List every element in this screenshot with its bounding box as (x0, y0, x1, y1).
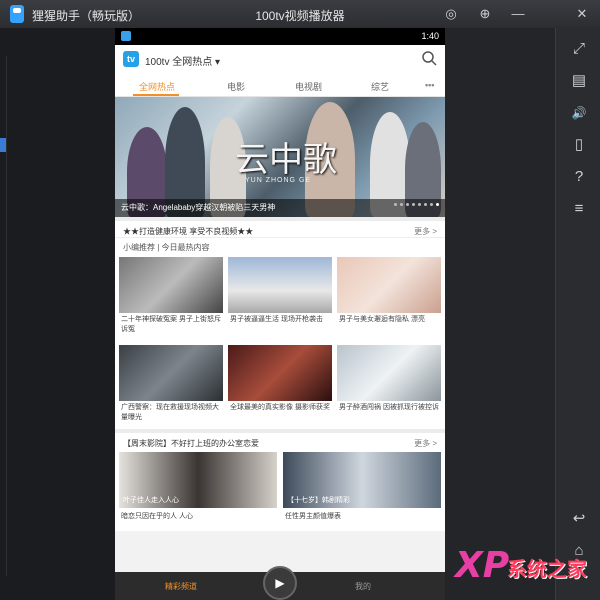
left-pane (0, 28, 115, 600)
featured-title: 任性男主颜值爆表 (285, 513, 341, 520)
section-subheader: 小编推荐 | 今日最热内容 (115, 237, 445, 253)
carousel-dot[interactable] (412, 203, 415, 206)
emulator-window: 狸猩助手（畅玩版） 100tv视频播放器 ◎ ⊕ — ✕ 1:40 tv 100… (0, 0, 600, 600)
notification-icon (121, 31, 131, 41)
watermark-xp-logo: XP (455, 545, 510, 586)
side-indicator (0, 138, 6, 152)
status-time: 1:40 (421, 31, 439, 41)
nav-mine[interactable]: 我的 (355, 581, 371, 592)
tab-variety[interactable]: 综艺 (371, 80, 389, 93)
back-icon[interactable]: ↩ (568, 508, 590, 530)
more-link[interactable]: 更多 > (414, 226, 437, 237)
fullscreen-icon[interactable]: ⤢ (568, 38, 590, 60)
tab-tv[interactable]: 电视剧 (295, 80, 322, 93)
video-title: 二十年神探破冤案 男子上街怒斥诉冤 (121, 316, 221, 333)
section-header: 【周末影院】不好打上班的办公室恋爱 更多 > (115, 429, 445, 449)
rotate-icon[interactable]: ▯ (568, 134, 590, 156)
app-logo-icon (10, 5, 24, 23)
watermark-site-name: 系统之家 (507, 559, 587, 581)
video-card[interactable]: 广西警察：现在救援现场视频大量曝光 (119, 345, 223, 431)
volume-icon[interactable]: 🔊 (568, 102, 590, 124)
carousel-dot[interactable] (436, 203, 439, 206)
tab-hot[interactable]: 全网热点 (139, 80, 175, 93)
minimize-button[interactable]: — (508, 4, 528, 24)
thumbnail-overlay-text: 叶子佳人走入人心 (123, 497, 179, 504)
section-header: ★★打造健康环境 享受不良视频★★ 更多 > (115, 217, 445, 237)
carousel-dot[interactable] (406, 203, 409, 206)
video-grid: 二十年神探破冤案 男子上街怒斥诉冤 男子被逼逼生活 现场开枪袭击 男子与美女邂逅… (115, 253, 445, 429)
video-title: 男子与美女邂逅有隐私 漂亮 (339, 316, 425, 323)
search-icon[interactable] (421, 50, 437, 66)
section-title: 【周末影院】不好打上班的办公室恋爱 (123, 439, 259, 448)
bottom-nav: 精彩频道 ▶ 我的 (115, 566, 445, 600)
banner-logo-text: 云中歌 (235, 140, 337, 180)
featured-grid: 叶子佳人走入人心 暗恋只因在乎的人 人心 【十七岁】韩剧精彩 任性男主颜值爆表 (115, 449, 445, 531)
close-button[interactable]: ✕ (572, 4, 592, 24)
video-thumbnail (228, 257, 332, 313)
nav-channels[interactable]: 精彩频道 (165, 581, 197, 592)
menu-icon[interactable]: ≡ (568, 198, 590, 220)
carousel-dot[interactable] (394, 203, 397, 206)
featured-title: 暗恋只因在乎的人 人心 (121, 513, 193, 520)
channel-selector[interactable]: 100tv 全网热点 ▾ (145, 53, 220, 68)
carousel-dots (391, 193, 439, 211)
video-title: 全球最美的真实影像 摄影师获奖 (230, 404, 330, 411)
status-bar: 1:40 (115, 28, 445, 45)
featured-thumbnail: 叶子佳人走入人心 (119, 452, 277, 508)
app-name: 狸猩助手（畅玩版） (32, 9, 141, 23)
tab-movie[interactable]: 电影 (227, 80, 245, 93)
title-bar: 狸猩助手（畅玩版） 100tv视频播放器 ◎ ⊕ — ✕ (0, 0, 600, 28)
featured-thumbnail: 【十七岁】韩剧精彩 (283, 452, 441, 508)
subhead-label: 小编推荐 | 今日最热内容 (123, 243, 210, 252)
gift-icon[interactable]: ⊕ (475, 4, 495, 24)
help-icon[interactable]: ? (568, 166, 590, 188)
tab-more[interactable]: ••• (425, 80, 434, 90)
video-title: 男子被逼逼生活 现场开枪袭击 (230, 316, 323, 323)
video-card[interactable]: 全球最美的真实影像 摄影师获奖 (228, 345, 332, 431)
tv-logo-icon: tv (123, 51, 139, 67)
video-card[interactable]: 男子醉酒闯祸 因被抓现行被控诉 (337, 345, 441, 431)
site-watermark: XP 系统之家 (455, 545, 595, 590)
video-thumbnail (337, 257, 441, 313)
carousel-dot[interactable] (424, 203, 427, 206)
featured-card[interactable]: 叶子佳人走入人心 暗恋只因在乎的人 人心 (119, 452, 277, 524)
video-thumbnail (119, 345, 223, 401)
carousel-dot[interactable] (400, 203, 403, 206)
video-thumbnail (228, 345, 332, 401)
video-card[interactable]: 男子与美女邂逅有隐私 漂亮 (337, 257, 441, 343)
video-card[interactable]: 男子被逼逼生活 现场开枪袭击 (228, 257, 332, 343)
more-link[interactable]: 更多 > (414, 438, 437, 449)
active-tab-indicator (133, 94, 179, 96)
keyboard-icon[interactable]: ▤ (568, 70, 590, 92)
video-title: 广西警察：现在救援现场视频大量曝光 (121, 404, 219, 421)
featured-card[interactable]: 【十七岁】韩剧精彩 任性男主颜值爆表 (283, 452, 441, 524)
category-tabs: 全网热点 电影 电视剧 综艺 ••• (115, 73, 445, 97)
video-card[interactable]: 二十年神探破冤案 男子上街怒斥诉冤 (119, 257, 223, 343)
video-thumbnail (337, 345, 441, 401)
thumbnail-overlay-text: 【十七岁】韩剧精彩 (287, 497, 350, 504)
record-icon[interactable]: ◎ (441, 4, 461, 24)
divider (6, 56, 7, 576)
banner-carousel[interactable]: 云中歌 YUN ZHONG GE 云中歌：Angelababy穿越汉朝被陷三天男… (115, 97, 445, 217)
carousel-dot[interactable] (430, 203, 433, 206)
phone-screen: 1:40 tv 100tv 全网热点 ▾ 全网热点 电影 电视剧 综艺 ••• (115, 28, 445, 600)
banner-logo-subtitle: YUN ZHONG GE (245, 177, 312, 184)
app-header: tv 100tv 全网热点 ▾ (115, 45, 445, 73)
section-title: ★★打造健康环境 享受不良视频★★ (123, 227, 254, 236)
carousel-dot[interactable] (418, 203, 421, 206)
video-thumbnail (119, 257, 223, 313)
video-title: 男子醉酒闯祸 因被抓现行被控诉 (339, 404, 439, 411)
play-button[interactable]: ▶ (263, 566, 297, 600)
emulator-toolbar: ⤢ ▤ 🔊 ▯ ? ≡ ↩ ⌂ (555, 28, 600, 600)
